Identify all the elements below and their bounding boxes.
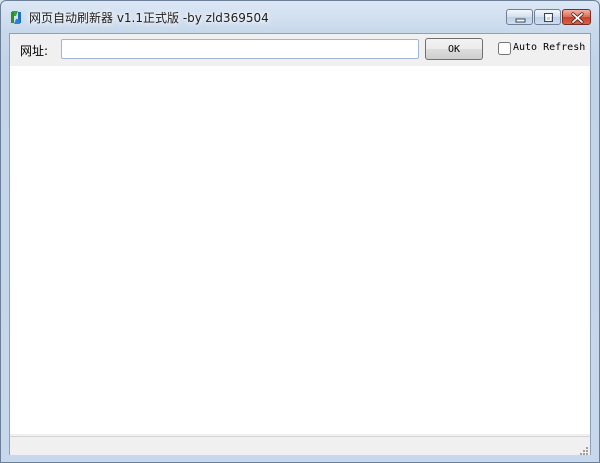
auto-refresh-checkbox[interactable]	[498, 42, 511, 55]
url-label: 网址:	[20, 44, 49, 58]
title-bar[interactable]: 网页自动刷新器 v1.1正式版 -by zld369504	[1, 1, 599, 33]
window-title: 网页自动刷新器 v1.1正式版 -by zld369504	[29, 11, 269, 25]
minimize-icon	[515, 18, 526, 23]
close-button[interactable]	[562, 9, 591, 25]
resize-grip-icon[interactable]	[577, 442, 589, 455]
browser-view[interactable]	[10, 66, 590, 434]
auto-refresh-label: Auto Refresh	[513, 42, 586, 53]
refresh-app-icon	[9, 10, 23, 25]
app-window: 网页自动刷新器 v1.1正式版 -by zld369504 网址: OK Aut…	[0, 0, 600, 463]
client-area: 网址: OK Auto Refresh	[9, 33, 591, 455]
minimize-button[interactable]	[506, 9, 533, 25]
close-icon	[571, 12, 584, 24]
maximize-button[interactable]	[534, 9, 561, 25]
url-input[interactable]	[61, 39, 419, 59]
maximize-icon	[544, 13, 553, 22]
status-bar	[10, 436, 590, 455]
ok-button[interactable]: OK	[425, 38, 483, 60]
